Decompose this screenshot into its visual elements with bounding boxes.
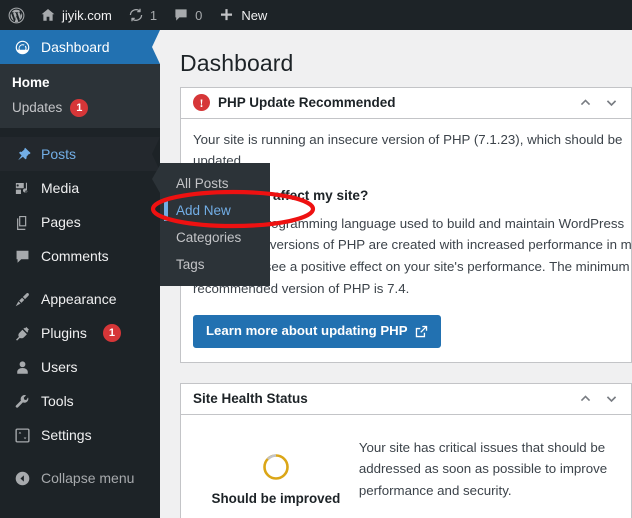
sidebar-item-dashboard[interactable]: Dashboard (0, 30, 160, 64)
sidebar-item-users[interactable]: Users (0, 350, 160, 384)
chevron-down-icon[interactable] (603, 95, 619, 111)
flyout-item-categories[interactable]: Categories (160, 224, 270, 251)
plug-icon (12, 325, 32, 342)
sidebar-item-appearance[interactable]: Appearance (0, 282, 160, 316)
sidebar-item-tools[interactable]: Tools (0, 384, 160, 418)
site-health-description-line-2: addressed as soon as possible to improve (358, 461, 608, 477)
wordpress-logo-button[interactable] (0, 0, 32, 30)
chevron-up-icon[interactable] (577, 391, 593, 407)
collapse-menu-label: Collapse menu (41, 470, 135, 486)
wordpress-logo-icon (7, 6, 26, 25)
menu-separator (0, 452, 160, 461)
flyout-pointer-arrow (152, 165, 160, 193)
updates-badge: 1 (70, 98, 89, 117)
updates-button[interactable]: 1 (120, 0, 165, 30)
sidebar-item-label: Users (41, 359, 78, 375)
admin-bar: jiyik.com 1 0 New (0, 0, 632, 30)
paintbrush-icon (12, 291, 32, 308)
site-health-description-line-1: Your site has critical issues that shoul… (358, 439, 606, 455)
site-health-status-label: Should be improved (211, 490, 341, 506)
flyout-item-label: Add New (176, 203, 231, 218)
learn-more-php-button[interactable]: Learn more about updating PHP (193, 315, 441, 348)
site-health-panel-body: Should be improved Your site has critica… (181, 415, 631, 518)
new-content-button[interactable]: New (210, 0, 275, 30)
media-icon (12, 180, 32, 197)
php-update-panel-header: ! PHP Update Recommended (181, 88, 631, 119)
sidebar-item-label: Comments (41, 248, 109, 264)
comments-button[interactable]: 0 (165, 0, 210, 30)
sidebar-item-label: Dashboard (41, 39, 110, 55)
flyout-item-label: Categories (176, 230, 242, 245)
site-health-description: Your site has critical issues that shoul… (359, 433, 619, 518)
flyout-item-tags[interactable]: Tags (160, 251, 270, 278)
sidebar-item-label: Plugins (41, 325, 87, 341)
flyout-item-add-new[interactable]: Add New (160, 197, 270, 224)
sidebar-active-arrow (152, 30, 160, 64)
collapse-arrow-icon (12, 470, 32, 487)
user-icon (12, 359, 32, 376)
site-health-description-text: Your site has critical issues that shoul… (359, 437, 619, 502)
plugins-badge: 1 (102, 324, 121, 342)
flyout-item-label: All Posts (176, 176, 229, 191)
sidebar-item-label: Posts (41, 146, 77, 162)
sidebar-item-posts[interactable]: Posts (0, 137, 160, 171)
site-name-label: jiyik.com (62, 7, 112, 23)
sidebar-item-comments[interactable]: Comments (0, 239, 160, 273)
sidebar-item-plugins[interactable]: Plugins 1 (0, 316, 160, 350)
sidebar-item-label: Appearance (41, 291, 117, 307)
submenu-item-label: Home (12, 75, 50, 90)
submenu-item-home[interactable]: Home (0, 70, 160, 95)
wrench-icon (12, 393, 32, 410)
site-name-button[interactable]: jiyik.com (32, 0, 120, 30)
home-icon (40, 7, 56, 23)
pages-icon (12, 214, 32, 231)
updates-count: 1 (149, 7, 158, 23)
php-update-panel-title: PHP Update Recommended (218, 95, 396, 111)
sidebar-item-label: Settings (41, 427, 92, 443)
site-health-description-line-3: performance and security. (358, 482, 512, 498)
external-link-icon (415, 325, 428, 338)
sidebar-item-label: Pages (41, 214, 81, 230)
comment-bubble-icon (173, 7, 189, 23)
php-update-intro-line-1: Your site is running an insecure version… (193, 131, 623, 147)
dashboard-submenu: Home Updates 1 (0, 64, 160, 128)
pin-icon (12, 146, 32, 163)
site-health-panel-title: Site Health Status (193, 391, 308, 407)
page-title: Dashboard (180, 50, 294, 76)
site-health-gauge-group: Should be improved (193, 433, 359, 518)
submenu-item-updates[interactable]: Updates 1 (0, 95, 160, 120)
sidebar-item-pages[interactable]: Pages (0, 205, 160, 239)
flyout-active-indicator (164, 200, 168, 221)
sidebar-item-media[interactable]: Media (0, 171, 160, 205)
flyout-item-label: Tags (176, 257, 205, 272)
panel-toggle-group (577, 95, 631, 111)
chevron-down-icon[interactable] (603, 391, 619, 407)
comments-count: 0 (195, 7, 203, 23)
settings-sliders-icon (12, 427, 32, 444)
updates-icon (128, 7, 144, 23)
site-health-panel-header: Site Health Status (181, 384, 631, 415)
sidebar-item-settings[interactable]: Settings (0, 418, 160, 452)
posts-flyout-submenu: All Posts Add New Categories Tags (152, 163, 270, 286)
sidebar-item-label: Media (41, 180, 80, 196)
admin-sidebar-menu: Dashboard Home Updates 1 Posts Media Pag… (0, 30, 160, 518)
menu-separator (0, 128, 160, 137)
chevron-up-icon[interactable] (577, 95, 593, 111)
panel-toggle-group (577, 391, 631, 407)
flyout-item-all-posts[interactable]: All Posts (160, 170, 270, 197)
error-exclamation-icon: ! (193, 94, 210, 112)
menu-separator (0, 273, 160, 282)
submenu-item-label: Updates (12, 100, 63, 115)
learn-more-php-label: Learn more about updating PHP (206, 323, 408, 339)
dashboard-icon (12, 39, 32, 56)
sidebar-item-label: Tools (41, 393, 74, 409)
collapse-menu-button[interactable]: Collapse menu (0, 461, 160, 495)
comment-bubble-icon (12, 248, 32, 265)
new-content-label: New (241, 7, 268, 23)
wordpress-admin-screen: jiyik.com 1 0 New Dashboard Home Updates… (0, 0, 632, 518)
status-ring-icon (262, 453, 290, 481)
plus-icon (218, 7, 235, 24)
site-health-panel: Site Health Status Should be improved Yo… (180, 382, 632, 518)
